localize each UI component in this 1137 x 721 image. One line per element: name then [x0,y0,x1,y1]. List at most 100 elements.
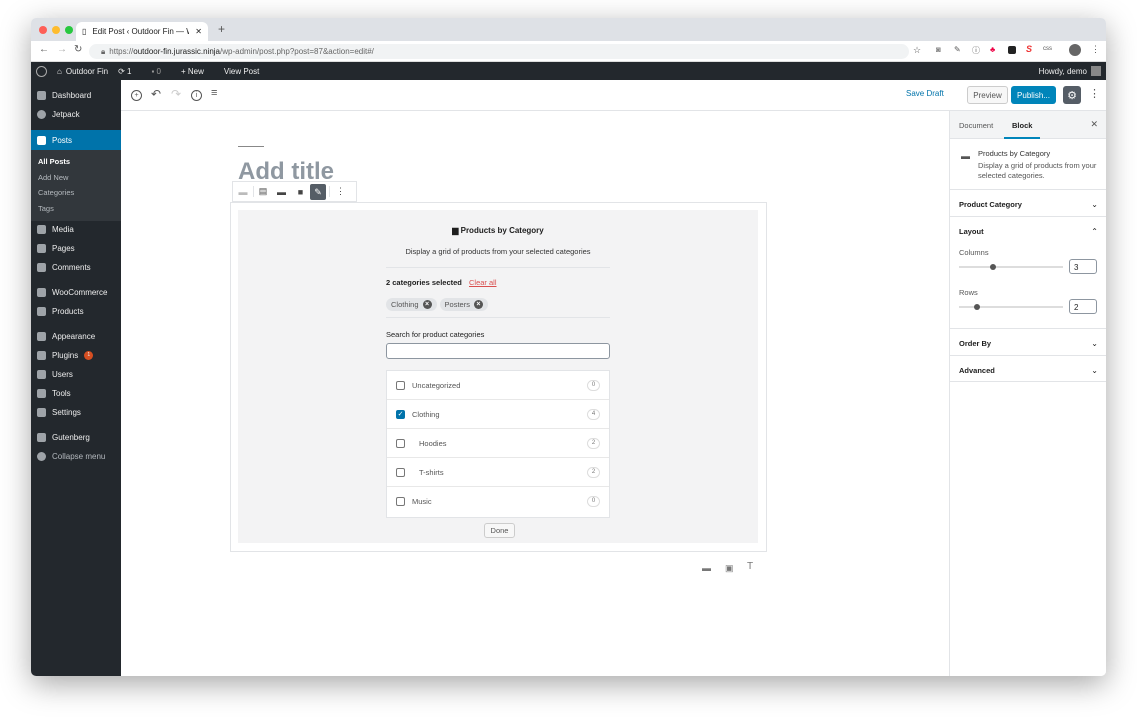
lastpass-extension-icon[interactable]: ♣ [990,45,995,54]
category-list[interactable]: Uncategorized 0 ✓ Clothing 4 Hoodies 2 T-shi… [386,370,610,518]
updates-link[interactable]: ⟳ 1 [118,67,141,76]
order-by-section[interactable]: Order By ⌄ [950,328,1106,355]
advanced-section[interactable]: Advanced ⌄ [950,355,1106,382]
product-category-section[interactable]: Product Category ⌄ [950,189,1106,216]
block-type-folder-icon[interactable]: ▬ [233,187,253,197]
maximize-window-button[interactable] [65,26,73,34]
forward-icon[interactable]: → [57,44,67,55]
sidebar-item-products[interactable]: Products [31,302,121,321]
close-window-button[interactable] [39,26,47,34]
sidebar-item-comments[interactable]: Comments [31,258,121,277]
sidebar-item-users[interactable]: Users [31,365,121,384]
s-extension-icon[interactable]: S [1026,44,1032,54]
submenu-add-new[interactable]: Add New [31,173,121,182]
submenu-categories[interactable]: Categories [31,188,121,197]
remove-chip-icon[interactable]: × [473,300,483,309]
submenu-all-posts[interactable]: All Posts [31,157,121,166]
category-row[interactable]: T-shirts 2 [387,458,609,487]
category-row[interactable]: Uncategorized 0 [387,371,609,400]
align-full-icon[interactable]: ■ [291,187,310,197]
checkbox[interactable] [396,497,405,506]
bookmark-star-icon[interactable]: ☆ [913,45,921,56]
profile-avatar[interactable] [1069,44,1081,56]
checkbox[interactable] [396,380,405,390]
align-center-icon[interactable]: ▤ [253,186,272,197]
category-search-input[interactable] [386,343,610,359]
sidebar-item-woocommerce[interactable]: WooCommerce [31,283,121,302]
site-name-link[interactable]: Outdoor Fin [66,67,108,76]
inserter-text-icon[interactable]: T [747,561,753,572]
clear-all-link[interactable]: Clear all [469,278,497,287]
eyedropper-extension-icon[interactable]: ✎ [954,45,961,54]
sidebar-item-posts[interactable]: Posts [31,130,121,150]
user-avatar[interactable] [1091,66,1101,76]
more-menu-icon[interactable]: ⋮ [1089,87,1100,100]
rows-slider[interactable] [959,304,1063,310]
extension-icon[interactable] [1008,46,1016,54]
columns-slider[interactable] [959,264,1063,270]
sidebar-item-label: Plugins [52,351,79,360]
settings-gear-icon[interactable]: ⚙ [1063,86,1081,104]
inserter-image-icon[interactable]: ▣ [725,563,734,574]
new-link[interactable]: + New [181,67,214,76]
tab-document[interactable]: Document [959,121,993,130]
browser-tab[interactable]: ▯ Edit Post ‹ Outdoor Fin — Wor ✕ [76,22,208,41]
sidebar-item-settings[interactable]: Settings [31,403,121,422]
sidebar-item-gutenberg[interactable]: Gutenberg [31,428,121,447]
browser-menu-icon[interactable]: ⋮ [1091,44,1100,55]
outline-icon[interactable]: ≡ [211,87,217,99]
reload-icon[interactable]: ↻ [74,44,82,55]
camera-extension-icon[interactable]: ◙ [936,45,941,54]
slider-handle[interactable] [990,264,997,270]
rows-input[interactable]: 2 [1069,299,1097,314]
columns-input[interactable]: 3 [1069,259,1097,274]
publish-button[interactable]: Publish... [1011,86,1056,104]
wordpress-logo-icon[interactable] [36,65,47,77]
undo-icon[interactable]: ↶ [151,87,161,101]
category-row[interactable]: Music 0 [387,487,609,516]
info-icon[interactable]: i [191,90,202,101]
category-row[interactable]: Hoodies 2 [387,429,609,458]
category-row[interactable]: ✓ Clothing 4 [387,400,609,429]
chevron-up-icon[interactable]: ⌃ [1091,227,1098,236]
done-button[interactable]: Done [484,523,515,538]
preview-button[interactable]: Preview [967,86,1008,104]
inserter-folder-icon[interactable]: ▬ [702,563,711,573]
chevron-down-icon: ⌄ [1091,339,1098,348]
howdy-account-link[interactable]: Howdy, demo [1039,67,1087,76]
sidebar-item-media[interactable]: Media [31,220,121,239]
close-tab-icon[interactable]: ✕ [195,27,202,36]
block-card-title: Products by Category [978,149,1051,158]
info-extension-icon[interactable]: ⓘ [972,45,980,56]
redo-icon[interactable]: ↷ [171,87,181,101]
sidebar-item-jetpack[interactable]: Jetpack [31,105,121,124]
edit-pencil-icon[interactable]: ✎ [310,183,326,200]
slider-handle[interactable] [973,304,980,310]
checkbox[interactable] [396,467,405,477]
close-panel-icon[interactable]: ✕ [1090,119,1098,130]
checkbox[interactable] [396,438,405,448]
sidebar-item-dashboard[interactable]: Dashboard [31,86,121,105]
tab-block[interactable]: Block [1004,121,1041,139]
url-input[interactable]: 🔒︎ https://outdoor-fin.jurassic.ninja/wp-… [89,44,909,59]
back-icon[interactable]: ← [39,44,49,55]
save-draft-button[interactable]: Save Draft [906,89,944,98]
add-block-icon[interactable]: + [131,90,142,101]
checkbox-checked[interactable]: ✓ [396,409,405,419]
submenu-tags[interactable]: Tags [31,204,121,213]
sidebar-item-appearance[interactable]: Appearance [31,327,121,346]
block-more-options-icon[interactable]: ⋮ [329,186,351,197]
sidebar-item-pages[interactable]: Pages [31,239,121,258]
view-post-link[interactable]: View Post [224,67,259,76]
section-title[interactable]: Layout [959,227,984,236]
new-tab-button[interactable]: + [218,22,225,36]
minimize-window-button[interactable] [52,26,60,34]
remove-chip-icon[interactable]: × [422,300,432,309]
sidebar-item-tools[interactable]: Tools [31,384,121,403]
align-wide-icon[interactable]: ▬ [272,187,291,197]
sidebar-item-plugins[interactable]: Plugins 1 [31,346,121,365]
collapse-menu-button[interactable]: Collapse menu [31,447,121,466]
category-count: 2 [587,437,600,449]
css-extension-icon[interactable]: css [1043,46,1052,52]
comments-link[interactable]: ▪ 0 [151,67,171,76]
